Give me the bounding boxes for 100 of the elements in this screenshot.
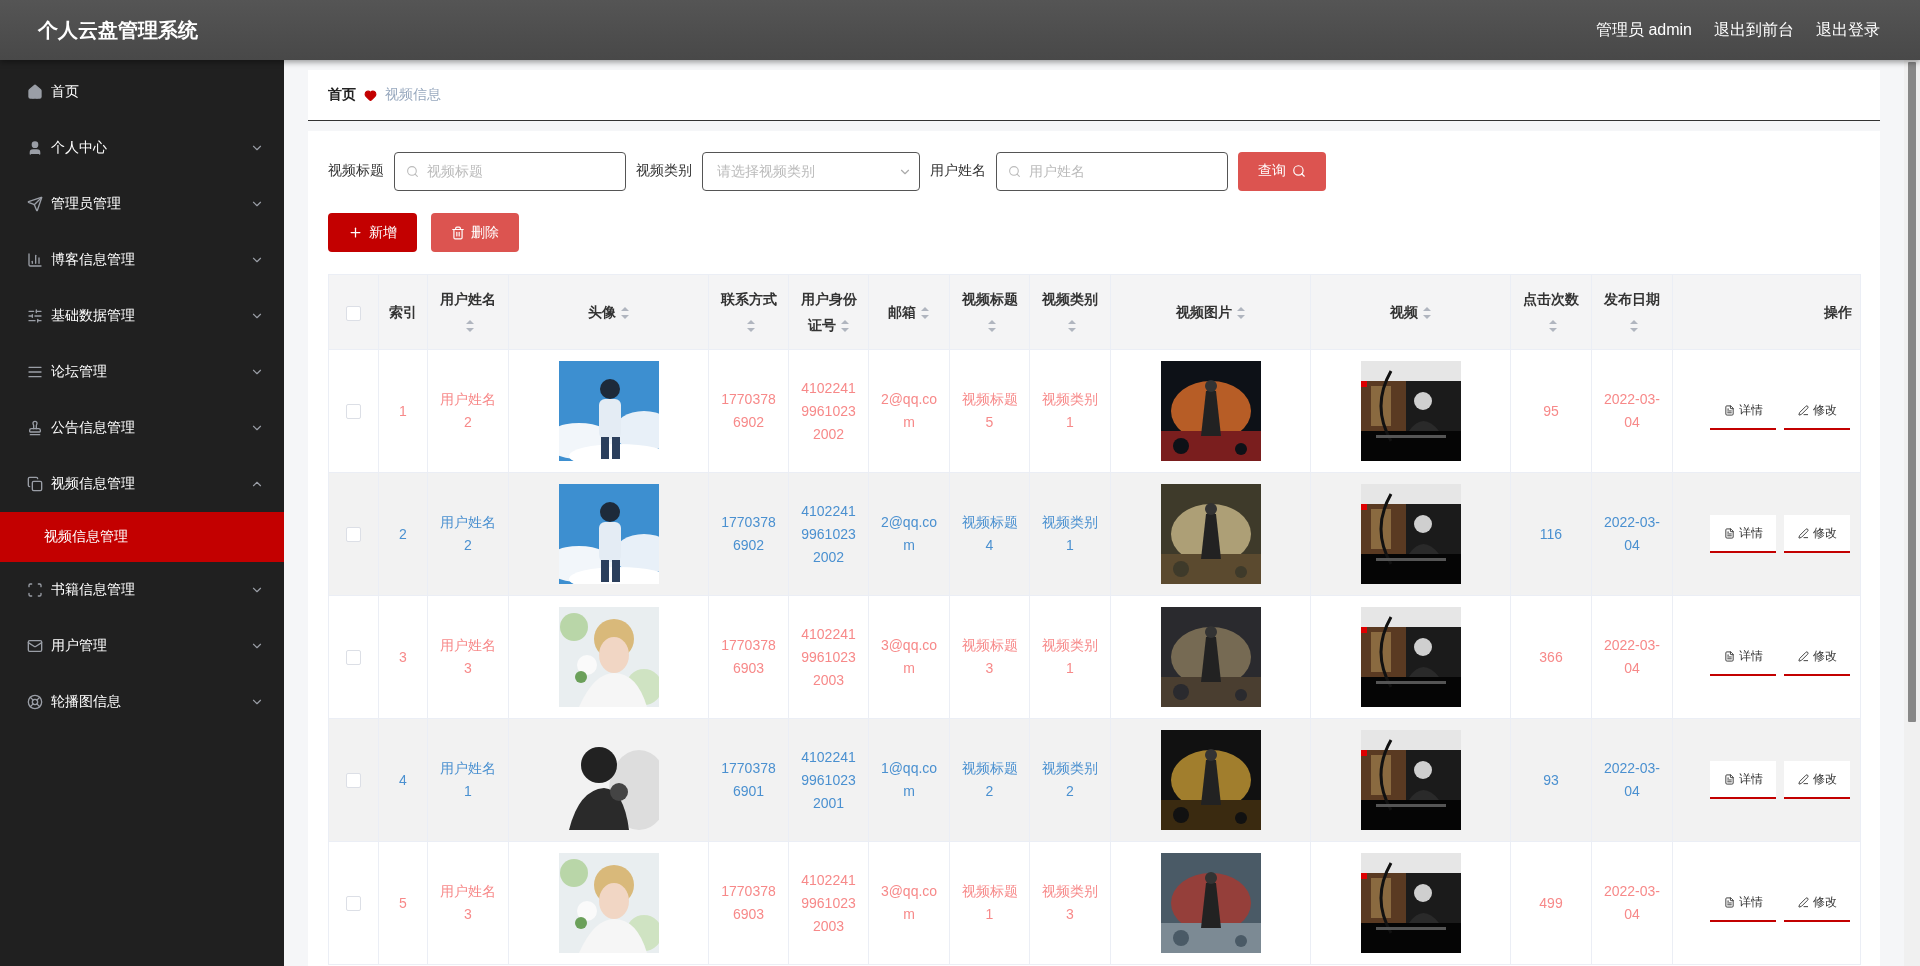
pen-icon [1797, 896, 1809, 908]
sort-icon[interactable] [1548, 319, 1558, 334]
checkbox[interactable] [346, 896, 361, 912]
menu-item[interactable]: 首页 [0, 64, 284, 120]
checkbox[interactable] [346, 773, 361, 789]
checkbox[interactable] [346, 650, 361, 666]
add-button[interactable]: 新增 [328, 213, 417, 252]
table-cell: 视频类别3 [1042, 883, 1098, 922]
table-cell: 17703786903 [721, 883, 776, 922]
details-button[interactable]: 详情 [1710, 761, 1776, 799]
table-cell: 2 [399, 525, 407, 542]
field-label: 视频标题 [328, 162, 384, 180]
breadcrumb-link[interactable]: 首页 [328, 86, 356, 104]
table-cell: 视频类别1 [1042, 637, 1098, 676]
lifebuoy-icon [27, 694, 43, 710]
table-cell: 17703786902 [721, 391, 776, 430]
table-cell: 视频标题5 [961, 391, 1018, 430]
table-cell: 17703786903 [721, 637, 776, 676]
sort-icon[interactable] [745, 319, 756, 334]
menu-item[interactable]: 论坛管理 [0, 344, 284, 400]
mail-icon [27, 638, 43, 654]
search-icon [1292, 164, 1306, 178]
column-header: 用户姓名 [427, 274, 509, 350]
document-icon [1723, 650, 1735, 662]
column-header: 发布日期 [1591, 274, 1673, 350]
document-icon [1723, 773, 1735, 785]
document-icon [1723, 896, 1735, 908]
table-cell: 视频标题1 [961, 883, 1018, 922]
table-cell: 视频类别1 [1042, 514, 1098, 553]
sort-icon[interactable] [986, 319, 997, 334]
table-cell: 95 [1543, 402, 1559, 419]
details-button[interactable]: 详情 [1710, 515, 1776, 553]
search-field[interactable]: 视频标题 [394, 151, 626, 191]
column-header: 视频标题 [949, 274, 1030, 350]
table-cell: 视频标题2 [961, 760, 1018, 799]
sort-icon[interactable] [1067, 319, 1077, 334]
table-cell: 视频标题3 [961, 637, 1018, 676]
menu-item[interactable]: 轮播图信息 [0, 674, 284, 730]
scan-icon [27, 582, 43, 598]
stamp-icon [27, 420, 43, 436]
document-icon [1723, 404, 1735, 416]
app-title: 个人云盘管理系统 [38, 17, 198, 43]
document-icon [1723, 527, 1735, 539]
pen-icon [1797, 773, 1809, 785]
sort-icon[interactable] [465, 319, 475, 334]
table-cell: 410224199610232003 [801, 625, 856, 688]
table-cell: 17703786902 [721, 514, 776, 553]
table-cell: 499 [1539, 894, 1563, 911]
sort-icon[interactable] [1421, 306, 1432, 321]
pen-icon [1797, 650, 1809, 662]
table-cell: 1 [399, 402, 407, 419]
search-icon [406, 164, 419, 178]
bar-chart-icon [27, 252, 43, 268]
table-cell: 用户姓名3 [440, 637, 496, 676]
breadcrumb-current: 视频信息 [385, 86, 441, 104]
menu-item[interactable]: 用户管理 [0, 618, 284, 674]
table-cell: 410224199610232003 [801, 871, 856, 934]
search-field[interactable]: 用户姓名 [996, 151, 1228, 191]
header-link[interactable]: 退出登录 [1816, 19, 1880, 41]
list-icon [27, 364, 43, 380]
scrollbar[interactable] [1904, 60, 1920, 966]
copy-icon [27, 476, 43, 492]
checkbox[interactable] [346, 527, 361, 543]
table-cell: 93 [1543, 771, 1559, 788]
table-cell: 366 [1539, 648, 1563, 665]
select-field[interactable]: 请选择视频类别 [702, 151, 920, 191]
menu-item[interactable]: 视频信息管理 [0, 456, 284, 512]
menu-item[interactable]: 博客信息管理 [0, 232, 284, 288]
table-cell: 3@qq.com [880, 883, 938, 922]
delete-button[interactable]: 删除 [431, 213, 519, 252]
header-link[interactable]: 退出到前台 [1714, 19, 1794, 41]
field-label: 视频类别 [636, 162, 692, 180]
header-link[interactable]: 管理员 admin [1595, 19, 1692, 41]
checkbox[interactable] [346, 404, 361, 420]
query-button[interactable]: 查询 [1238, 151, 1326, 191]
table-cell: 2@qq.com [880, 514, 938, 553]
sort-icon[interactable] [619, 306, 630, 321]
column-header: 视频 [1310, 274, 1511, 350]
sort-icon[interactable] [839, 319, 850, 334]
checkbox[interactable] [346, 305, 361, 321]
column-header: 用户身份证号 [788, 274, 869, 350]
table-cell: 410224199610232001 [801, 748, 856, 811]
table-cell: 2022-03-04 [1603, 637, 1660, 676]
edit-button[interactable]: 修改 [1784, 761, 1850, 799]
menu-item[interactable]: 公告信息管理 [0, 400, 284, 456]
column-header: 点击次数 [1510, 274, 1592, 350]
column-header: 联系方式 [708, 274, 789, 350]
column-header: 邮箱 [868, 274, 950, 350]
menu-item[interactable]: 书籍信息管理 [0, 562, 284, 618]
edit-button[interactable]: 修改 [1784, 515, 1850, 553]
menu-item[interactable]: 基础数据管理 [0, 288, 284, 344]
table-cell: 410224199610232002 [801, 502, 856, 565]
sort-icon[interactable] [920, 306, 930, 321]
menu-item[interactable]: 管理员管理 [0, 176, 284, 232]
table-cell: 用户姓名3 [440, 883, 496, 922]
submenu-item[interactable]: 视频信息管理 [0, 512, 284, 562]
sort-icon[interactable] [1235, 306, 1246, 321]
sort-icon[interactable] [1629, 319, 1639, 334]
column-header: 索引 [378, 274, 428, 350]
menu-item[interactable]: 个人中心 [0, 120, 284, 176]
